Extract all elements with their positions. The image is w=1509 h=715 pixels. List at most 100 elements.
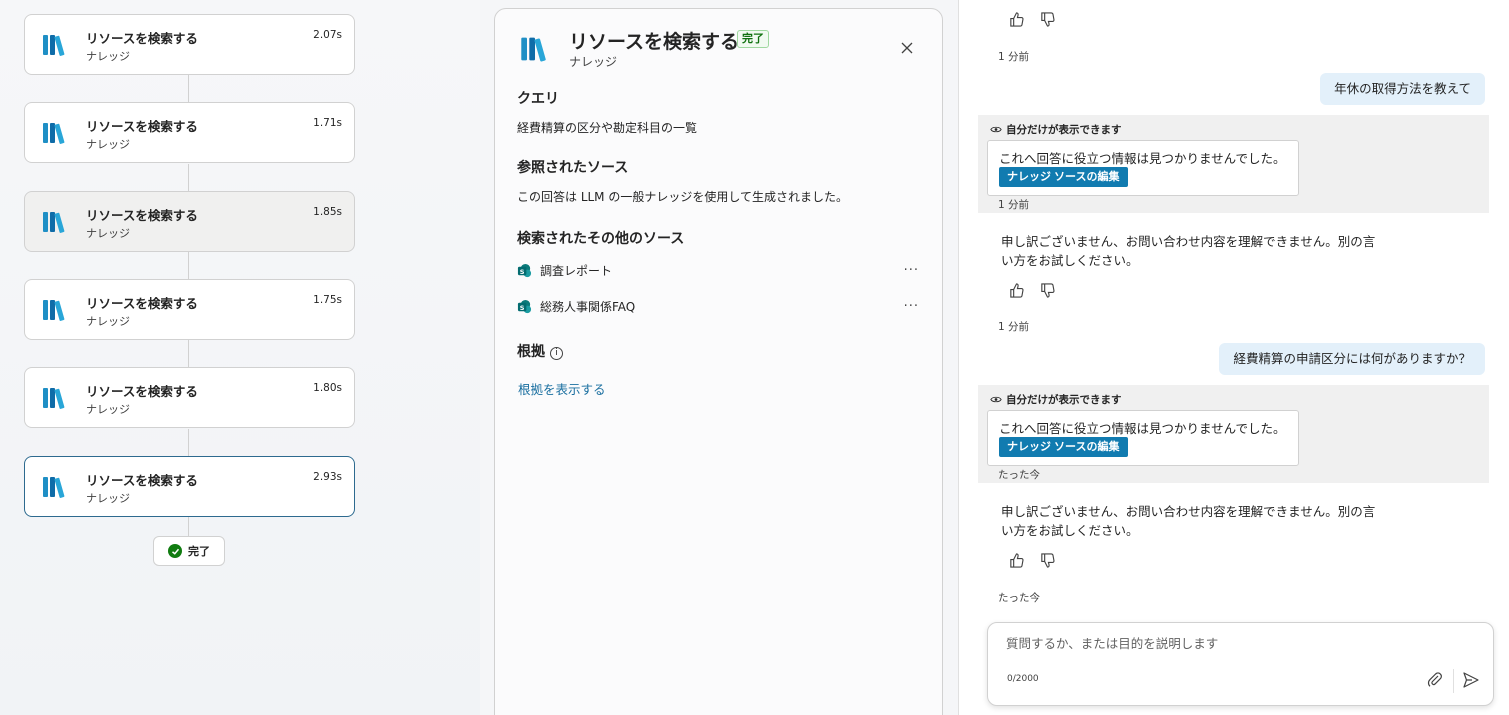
step-title: リソースを検索する [86,296,198,311]
library-icon [43,388,65,409]
feedback-buttons [1008,282,1056,299]
thumbs-down-icon[interactable] [1039,552,1056,569]
feedback-buttons [1008,552,1056,569]
thumbs-down-icon[interactable] [1039,282,1056,299]
step-subtitle: ナレッジ [86,227,130,240]
library-icon [43,35,65,56]
no-info-message: これへ回答に役立つ情報は見つかりませんでした。 [999,421,1286,436]
step-duration: 2.93s [313,471,342,483]
referenced-heading: 参照されたソース [517,160,629,176]
library-icon [43,123,65,144]
attach-icon[interactable] [1426,671,1444,689]
svg-text:S: S [520,303,525,311]
source-name: 総務人事関係FAQ [540,299,636,314]
flow-step[interactable]: リソースを検索する ナレッジ 1.75s [24,279,355,340]
close-icon[interactable] [898,39,916,57]
bot-message: 申し訳ございません、お問い合わせ内容を理解できません。別の言い方をお試しください… [1001,234,1376,268]
user-message: 経費精算の申請区分には何がありますか？ [1219,343,1485,375]
chat-input[interactable] [1006,631,1476,655]
step-title: リソースを検索する [86,208,198,223]
step-subtitle: ナレッジ [86,315,130,328]
no-info-message: これへ回答に役立つ情報は見つかりませんでした。 [999,151,1286,166]
detail-title: リソースを検索する [569,31,740,53]
private-notice: 自分だけが表示できます これへ回答に役立つ情報は見つかりませんでした。 ナレッジ… [978,385,1489,483]
private-card: これへ回答に役立つ情報は見つかりませんでした。 ナレッジ ソースの編集 [987,140,1299,196]
edit-knowledge-button[interactable]: ナレッジ ソースの編集 [999,167,1128,187]
timestamp: 1 分前 [998,321,1030,333]
send-icon[interactable] [1462,671,1480,689]
user-message: 年休の取得方法を教えて [1320,73,1485,105]
flow-complete-label: 完了 [188,545,210,558]
step-title: リソースを検索する [86,473,198,488]
flow-connector [188,75,189,102]
sharepoint-icon: S [517,263,532,277]
eye-icon [990,126,1002,133]
flow-connector [188,429,189,456]
flow-step[interactable]: リソースを検索する ナレッジ 2.07s [24,14,355,75]
thumbs-up-icon[interactable] [1008,552,1025,569]
step-duration: 2.07s [313,29,342,41]
flow-connector [188,164,189,191]
flow-step[interactable]: リソースを検索する ナレッジ 2.93s [24,456,355,517]
thumbs-up-icon[interactable] [1008,282,1025,299]
flow-connector [188,340,189,367]
composer-divider [1453,669,1454,693]
library-icon [521,37,546,62]
svg-text:S: S [520,267,525,275]
more-icon[interactable]: ··· [904,263,919,278]
detail-panel: リソースを検索する 完了 ナレッジ クエリ 経費精算の区分や勘定科目の一覧 参照… [494,8,943,715]
private-card: これへ回答に役立つ情報は見つかりませんでした。 ナレッジ ソースの編集 [987,410,1299,466]
check-icon [168,544,182,558]
step-subtitle: ナレッジ [86,492,130,505]
step-subtitle: ナレッジ [86,403,130,416]
other-sources-heading: 検索されたその他のソース [517,231,685,247]
flow-step[interactable]: リソースを検索する ナレッジ 1.71s [24,102,355,163]
referenced-text: この回答は LLM の一般ナレッジを使用して生成されました。 [517,190,848,204]
detail-subtitle: ナレッジ [569,55,618,69]
flow-connector [188,252,189,279]
show-grounds-link[interactable]: 根拠を表示する [518,379,606,398]
bot-message: 申し訳ございません、お問い合わせ内容を理解できません。別の言い方をお試しください… [1001,504,1376,538]
source-name: 調査レポート [540,263,613,278]
chat-composer: 0/2000 [987,622,1494,706]
private-label: 自分だけが表示できます [990,392,1122,407]
step-duration: 1.80s [313,382,342,394]
library-icon [43,212,65,233]
timestamp: たった今 [998,592,1040,604]
step-title: リソースを検索する [86,31,198,46]
sharepoint-icon: S [517,299,532,313]
timestamp: 1 分前 [998,51,1030,63]
grounds-heading-text: 根拠 [517,344,545,360]
source-item[interactable]: S 総務人事関係FAQ ··· [517,295,919,317]
private-label-text: 自分だけが表示できます [1006,124,1122,136]
flow-panel: リソースを検索する ナレッジ 2.07s リソースを検索する ナレッジ 1.71… [0,0,480,715]
step-subtitle: ナレッジ [86,50,130,63]
timestamp: 1 分前 [998,199,1030,211]
thumbs-down-icon[interactable] [1039,11,1056,28]
step-duration: 1.75s [313,294,342,306]
step-subtitle: ナレッジ [86,138,130,151]
more-icon[interactable]: ··· [904,299,919,314]
step-title: リソースを検索する [86,384,198,399]
source-item[interactable]: S 調査レポート ··· [517,259,919,281]
char-counter: 0/2000 [1007,674,1039,684]
flow-step[interactable]: リソースを検索する ナレッジ 1.80s [24,367,355,428]
private-label: 自分だけが表示できます [990,122,1122,137]
step-duration: 1.85s [313,206,342,218]
query-heading: クエリ [517,91,559,107]
grounds-heading: 根拠 i [517,341,563,361]
library-icon [43,300,65,321]
flow-complete-badge: 完了 [153,536,225,566]
query-text: 経費精算の区分や勘定科目の一覧 [517,121,698,135]
flow-step[interactable]: リソースを検索する ナレッジ 1.85s [24,191,355,252]
step-title: リソースを検索する [86,119,198,134]
private-label-text: 自分だけが表示できます [1006,394,1122,406]
thumbs-up-icon[interactable] [1008,11,1025,28]
edit-knowledge-button[interactable]: ナレッジ ソースの編集 [999,437,1128,457]
info-icon[interactable]: i [550,347,563,360]
eye-icon [990,396,1002,403]
feedback-buttons [1008,11,1056,28]
library-icon [43,477,65,498]
flow-connector [188,517,189,536]
chat-panel: 1 分前 年休の取得方法を教えて 自分だけが表示できます これへ回答に役立つ情報… [959,0,1509,715]
